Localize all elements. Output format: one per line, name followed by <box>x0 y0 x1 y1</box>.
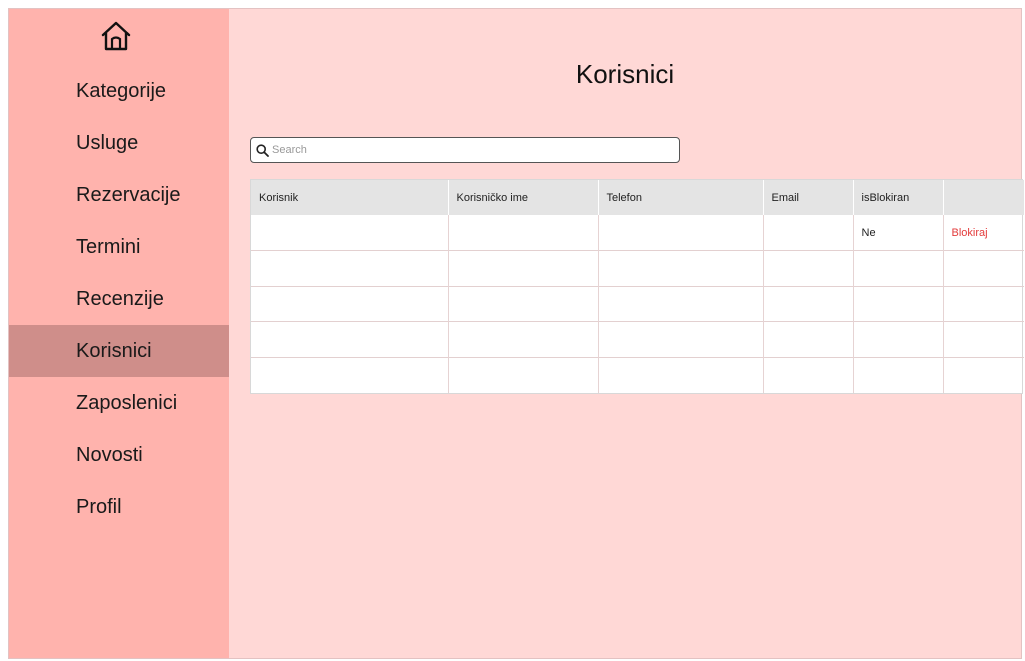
table-cell <box>598 215 764 251</box>
table-cell <box>853 286 944 322</box>
sidebar-item-termini[interactable]: Termini <box>9 221 229 273</box>
table-cell <box>448 215 599 251</box>
sidebar-item-label: Kategorije <box>76 79 167 102</box>
search-icon <box>256 143 269 157</box>
page-title: Korisnici <box>575 59 675 89</box>
table-cell <box>448 286 599 322</box>
table-cell <box>448 250 599 286</box>
table-cell <box>763 286 854 322</box>
table-cell <box>763 357 854 393</box>
sidebar-item-korisnici[interactable]: Korisnici <box>9 325 229 377</box>
table-row: Ne Blokiraj <box>251 215 1024 251</box>
sidebar-nav: Kategorije Usluge Rezervacije Termini Re… <box>9 65 229 533</box>
column-header-email: Email <box>763 180 854 215</box>
table-cell <box>763 321 854 357</box>
table-cell <box>943 357 1024 393</box>
sidebar-item-kategorije[interactable]: Kategorije <box>9 65 229 117</box>
table-row <box>251 357 1024 393</box>
table-cell <box>853 357 944 393</box>
table-cell <box>943 286 1024 322</box>
sidebar-item-label: Recenzije <box>76 287 164 310</box>
table-cell <box>943 251 1024 287</box>
table-cell <box>448 357 599 393</box>
sidebar-item-label: Usluge <box>76 131 139 154</box>
column-header-isblokiran: isBlokiran <box>853 180 944 215</box>
table-cell <box>598 286 764 322</box>
table-cell <box>251 215 449 251</box>
table-cell <box>448 321 599 357</box>
table-cell <box>763 215 854 251</box>
sidebar-item-label: Termini <box>76 235 141 258</box>
table-cell <box>251 321 449 357</box>
table-cell <box>598 321 764 357</box>
sidebar-item-rezervacije[interactable]: Rezervacije <box>9 169 229 221</box>
table-cell <box>943 322 1024 358</box>
column-header-telefon: Telefon <box>598 180 764 215</box>
table-cell <box>598 357 764 393</box>
sidebar-item-zaposlenici[interactable]: Zaposlenici <box>9 377 229 429</box>
home-icon[interactable] <box>99 19 133 53</box>
column-header-actions <box>943 180 1024 215</box>
table-cell <box>853 321 944 357</box>
sidebar-item-novosti[interactable]: Novosti <box>9 429 229 481</box>
sidebar-item-usluge[interactable]: Usluge <box>9 117 229 169</box>
table-row <box>251 321 1024 358</box>
block-user-button[interactable]: Blokiraj <box>952 227 988 239</box>
users-table: Korisnik Korisničko ime Telefon Email is… <box>250 179 1024 394</box>
sidebar: Kategorije Usluge Rezervacije Termini Re… <box>9 9 229 658</box>
table-cell <box>598 250 764 286</box>
table-cell <box>763 250 854 286</box>
sidebar-item-label: Rezervacije <box>76 183 181 206</box>
search-input[interactable] <box>272 144 672 156</box>
sidebar-item-recenzije[interactable]: Recenzije <box>9 273 229 325</box>
column-header-korisnik: Korisnik <box>251 180 449 215</box>
sidebar-item-label: Novosti <box>76 443 143 466</box>
table-row <box>251 286 1024 322</box>
table-cell <box>251 286 449 322</box>
table-cell <box>853 250 944 286</box>
table-header-row: Korisnik Korisničko ime Telefon Email is… <box>251 180 1024 215</box>
main-content: Korisnici Korisnik Korisničko ime Telefo… <box>229 9 1024 658</box>
sidebar-item-label: Profil <box>76 495 122 518</box>
sidebar-item-profil[interactable]: Profil <box>9 481 229 533</box>
table-row <box>251 250 1024 287</box>
table-cell-blocked-status: Ne <box>853 215 944 251</box>
sidebar-item-label: Korisnici <box>76 339 152 362</box>
table-cell <box>251 250 449 286</box>
search-box[interactable] <box>250 137 680 163</box>
sidebar-item-label: Zaposlenici <box>76 391 178 414</box>
column-header-korisnicko-ime: Korisničko ime <box>448 180 599 215</box>
table-cell-action: Blokiraj <box>943 215 1024 251</box>
table-cell <box>251 357 449 393</box>
app-window: Kategorije Usluge Rezervacije Termini Re… <box>8 8 1024 659</box>
